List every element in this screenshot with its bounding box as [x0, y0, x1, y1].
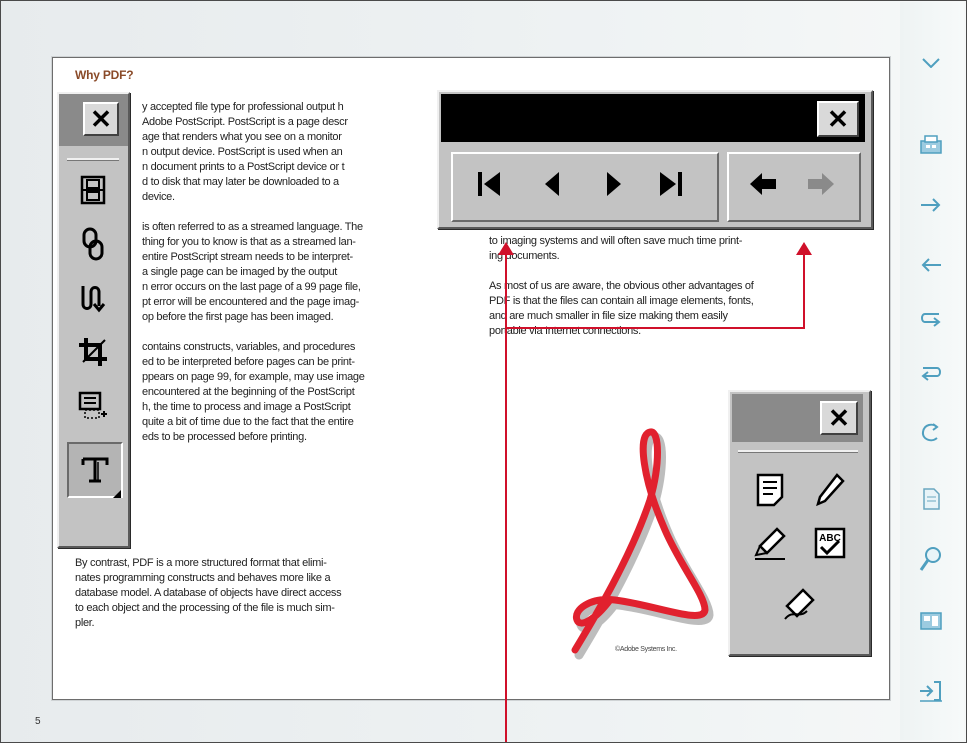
- text-line: encountered at the beginning of the Post…: [142, 386, 355, 398]
- text-line: to imaging systems and will often save m…: [489, 235, 743, 247]
- text-line: By contrast, PDF is a more structured fo…: [75, 557, 327, 569]
- go-forward-icon[interactable]: [914, 358, 948, 392]
- text-line: [489, 264, 753, 279]
- logo-caption: ©Adobe Systems Inc.: [615, 646, 677, 653]
- print-icon[interactable]: [914, 128, 948, 162]
- text-line: op before the first page has been imaged…: [142, 311, 334, 323]
- text-line: d to disk that may later be downloaded t…: [142, 176, 339, 188]
- text-line: entire PostScript stream needs to be int…: [142, 251, 353, 263]
- acrobat-logo: [571, 428, 714, 660]
- previous-page-button[interactable]: [531, 162, 575, 206]
- callout-line-right: [803, 250, 805, 329]
- callout-line-vertical: [505, 250, 507, 742]
- text-line: pt error will be encountered and the pag…: [142, 296, 360, 308]
- text-line: [142, 205, 365, 220]
- callout-line-horizontal: [505, 327, 805, 329]
- first-page-button[interactable]: [467, 162, 511, 206]
- palette-divider: [67, 158, 119, 161]
- signature-tool-icon[interactable]: [778, 582, 822, 626]
- text-line: h, the time to process and image a PostS…: [142, 401, 351, 413]
- document-icon[interactable]: [914, 482, 948, 516]
- text-line: ed to be interpreted before pages can be…: [142, 356, 355, 368]
- note-tool-icon[interactable]: [748, 468, 792, 512]
- go-back-button[interactable]: [741, 162, 785, 206]
- text-line: database model. A database of objects ha…: [75, 587, 342, 599]
- right-column-text: to imaging systems and will often save m…: [489, 234, 754, 339]
- text-line: contains constructs, variables, and proc…: [142, 341, 356, 353]
- text-line: As most of us are aware, the obvious oth…: [489, 280, 754, 292]
- text-line: to each object and the processing of the…: [75, 602, 335, 614]
- left-column-text-full: By contrast, PDF is a more structured fo…: [75, 556, 342, 631]
- go-back-arrow-icon: [750, 173, 776, 195]
- navigation-palette-titlebar[interactable]: [441, 94, 865, 142]
- last-page-icon: [660, 172, 682, 196]
- text-line: [142, 325, 365, 340]
- navigation-palette-close-button[interactable]: ✕: [817, 101, 859, 137]
- text-line: n output device. PostScript is used when…: [142, 146, 343, 158]
- text-line: thing for you to know is that as a strea…: [142, 236, 356, 248]
- go-forward-button[interactable]: [799, 162, 843, 206]
- text-line: n document prints to a PostScript device…: [142, 161, 345, 173]
- palette-divider: [738, 450, 858, 453]
- text-line: eds to be processed before printing.: [142, 431, 307, 443]
- text-line: pler.: [75, 617, 95, 629]
- text-line: n error occurs on the last page of a 99 …: [142, 281, 361, 293]
- text-line: Adobe PostScript. PostScript is a page d…: [142, 116, 348, 128]
- next-page-arrow-icon[interactable]: [914, 188, 948, 222]
- previous-page-arrow-icon[interactable]: [914, 248, 948, 282]
- text-line: a single page can be imaged by the outpu…: [142, 266, 338, 278]
- text-line: device.: [142, 191, 175, 203]
- text-line: PDF is that the files can contain all im…: [489, 295, 754, 307]
- page-number: 5: [35, 716, 41, 727]
- next-page-icon: [607, 172, 621, 196]
- text-line: and are much smaller in file size making…: [489, 310, 728, 322]
- annotation-palette-close-button[interactable]: ✕: [820, 401, 858, 435]
- chevron-down-icon[interactable]: [914, 46, 948, 80]
- tool-menu-triangle-icon: [113, 490, 121, 498]
- crop-tool-icon[interactable]: [71, 330, 115, 374]
- tools-palette: ✕: [57, 92, 130, 548]
- last-page-button[interactable]: [649, 162, 693, 206]
- first-page-icon: [478, 172, 500, 196]
- right-toolbar: [900, 2, 964, 740]
- search-icon[interactable]: [914, 542, 948, 576]
- text-line: nates programming constructs and behaves…: [75, 572, 331, 584]
- next-page-button[interactable]: [591, 162, 635, 206]
- text-line: ing documents.: [489, 250, 560, 262]
- text-line: ppears on page 99, for example, may use …: [142, 371, 365, 383]
- pencil-tool-icon[interactable]: [808, 468, 852, 512]
- callout-arrow-left-icon: [498, 242, 514, 255]
- navigation-palette: ✕: [437, 90, 873, 229]
- highlight-tool-icon[interactable]: [748, 522, 792, 566]
- form-tool-icon[interactable]: [71, 384, 115, 428]
- text-line: quite a bit of time due to the fact that…: [142, 416, 354, 428]
- text-line: is often referred to as a streamed langu…: [142, 221, 363, 233]
- tools-palette-close-button[interactable]: ✕: [83, 102, 119, 136]
- text-line: age that renders what you see on a monit…: [142, 131, 342, 143]
- text-line: y accepted file type for professional ou…: [142, 101, 344, 113]
- refresh-icon[interactable]: [914, 416, 948, 450]
- thumbnails-icon[interactable]: [914, 604, 948, 638]
- go-back-icon[interactable]: [914, 304, 948, 338]
- article-tool-icon[interactable]: [71, 276, 115, 320]
- page-heading: Why PDF?: [75, 68, 134, 82]
- exit-icon[interactable]: [914, 674, 948, 708]
- spell-check-tool-icon[interactable]: ABC: [808, 522, 852, 566]
- annotation-palette: ✕ ABC: [728, 390, 871, 656]
- movie-tool-icon[interactable]: [71, 168, 115, 212]
- left-column-text: y accepted file type for professional ou…: [142, 100, 365, 445]
- go-forward-arrow-icon: [808, 173, 834, 195]
- callout-arrow-right-icon: [796, 242, 812, 255]
- link-tool-icon[interactable]: [71, 222, 115, 266]
- previous-page-icon: [545, 172, 559, 196]
